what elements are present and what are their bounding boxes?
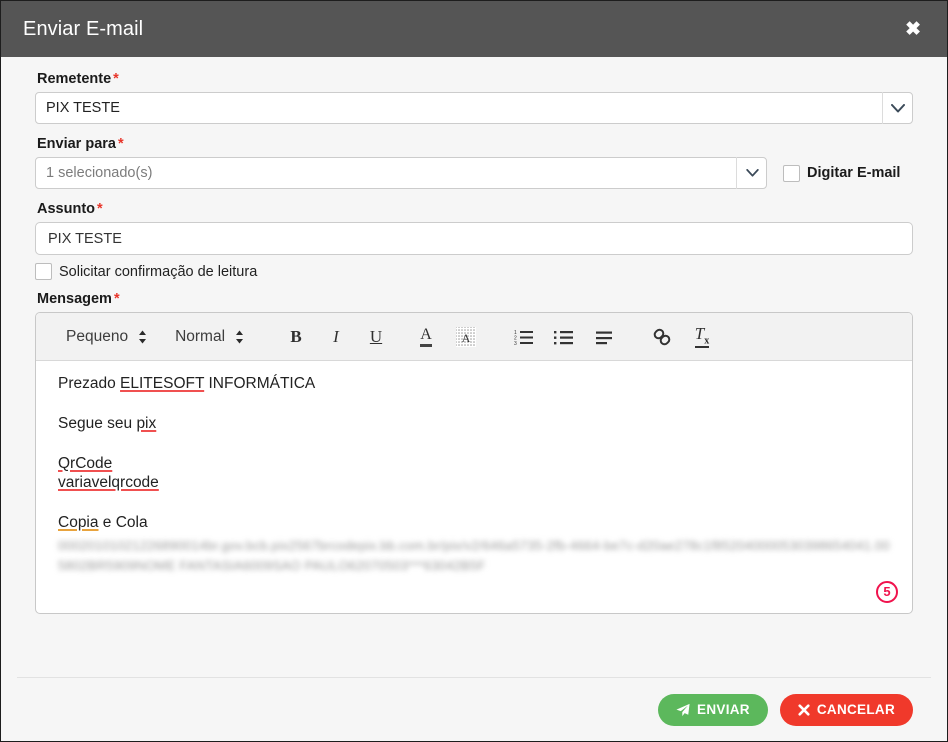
read-receipt-checkbox[interactable]	[35, 263, 52, 280]
sender-select-wrap: PIX TESTE	[35, 92, 913, 124]
font-size-value: Pequeno	[66, 327, 129, 345]
editor-line2-misspelled: pix	[136, 414, 157, 432]
chevron-down-icon[interactable]	[736, 157, 767, 189]
stepper-icon	[138, 330, 147, 344]
required-asterisk: *	[97, 201, 103, 217]
svg-text:A: A	[462, 331, 471, 345]
sender-label: Remetente *	[37, 71, 913, 87]
required-asterisk: *	[118, 136, 124, 152]
italic-button[interactable]: I	[316, 320, 356, 354]
editor-line2-prefix: Segue seu	[58, 414, 137, 432]
editor-line-2: Segue seu pix	[58, 415, 890, 433]
page-title: Enviar E-mail	[23, 17, 144, 40]
link-icon	[653, 328, 671, 345]
dialog-body: Remetente * PIX TESTE Enviar para * 1 sele…	[1, 57, 947, 678]
clear-format-icon: Tx	[694, 324, 710, 349]
ordered-list-icon: 1 2 3	[514, 330, 534, 345]
message-label-text: Mensagem	[37, 291, 112, 307]
cancel-button-label: CANCELAR	[816, 702, 895, 717]
subject-label: Assunto *	[37, 201, 913, 217]
close-x-icon	[798, 703, 810, 716]
editor-line5-suffix: e Cola	[98, 514, 148, 532]
bullet-list-icon	[554, 330, 574, 344]
editor-line5-misspelled: Copia	[58, 514, 99, 532]
message-label: Mensagem *	[37, 291, 913, 307]
type-email-label: Digitar E-mail	[807, 165, 901, 181]
ordered-list-button[interactable]: 1 2 3	[504, 320, 544, 354]
recipients-select-wrap: 1 selecionado(s)	[35, 157, 767, 189]
recipients-label: Enviar para *	[37, 136, 913, 152]
text-color-letter: A	[420, 326, 432, 347]
align-left-icon	[596, 331, 613, 344]
highlight-icon: A	[456, 326, 477, 347]
recipients-label-text: Enviar para	[37, 136, 116, 152]
editor-line1-misspelled: ELITESOFT	[120, 375, 205, 392]
subject-label-text: Assunto	[37, 201, 95, 217]
sender-label-text: Remetente	[37, 71, 112, 87]
sender-select[interactable]: PIX TESTE	[35, 92, 913, 124]
annotation-badge-5: 5	[876, 581, 898, 603]
send-email-dialog: Enviar E-mail ✖ Remetente * PIX TESTE Env…	[0, 0, 948, 742]
required-asterisk: *	[113, 71, 119, 87]
message-editor-area[interactable]: Prezado ELITESOFT INFORMÁTICA Segue seu …	[36, 361, 912, 613]
editor-line-1: Prezado ELITESOFT INFORMÁTICA	[58, 375, 890, 393]
text-color-button[interactable]: A	[406, 320, 446, 354]
subject-input[interactable]	[35, 222, 913, 255]
editor-line-3: QrCode	[58, 455, 890, 473]
rich-text-editor: Pequeno Normal B I U A A 1 2 3 Tx Prezad…	[35, 312, 913, 614]
chevron-down-icon[interactable]	[882, 92, 913, 124]
svg-text:3: 3	[514, 341, 517, 345]
paper-plane-icon	[676, 703, 690, 716]
send-button-label: ENVIAR	[697, 702, 750, 717]
editor-line1-suffix: INFORMÁTICA	[204, 375, 316, 392]
clear-format-button[interactable]: Tx	[682, 320, 722, 354]
editor-line3-text: QrCode	[58, 454, 113, 472]
dialog-header: Enviar E-mail ✖	[1, 1, 947, 57]
stepper-icon	[235, 330, 244, 344]
type-email-checkbox[interactable]	[783, 164, 800, 182]
dialog-footer: ENVIAR CANCELAR	[17, 677, 931, 741]
type-email-checkbox-row[interactable]: Digitar E-mail	[783, 164, 901, 182]
font-style-value: Normal	[175, 327, 226, 345]
recipients-row: 1 selecionado(s) Digitar E-mail	[35, 157, 913, 189]
pix-copy-paste-code: 00020101021226890014br.gov.bcb.pix2567br…	[58, 538, 890, 573]
editor-line1-prefix: Prezado	[58, 375, 121, 392]
close-icon[interactable]: ✖	[901, 18, 925, 41]
underline-button[interactable]: U	[356, 320, 396, 354]
highlight-color-button[interactable]: A	[446, 320, 486, 354]
recipients-select[interactable]: 1 selecionado(s)	[35, 157, 767, 189]
bullet-list-button[interactable]	[544, 320, 584, 354]
editor-line-4: variavelqrcode	[58, 474, 890, 492]
link-button[interactable]	[642, 320, 682, 354]
editor-line-5: Copia e Cola	[58, 514, 890, 532]
read-receipt-checkbox-row[interactable]: Solicitar confirmação de leitura	[35, 263, 257, 280]
align-button[interactable]	[584, 320, 624, 354]
required-asterisk: *	[113, 291, 120, 307]
font-size-select[interactable]: Pequeno	[52, 328, 161, 346]
font-style-select[interactable]: Normal	[161, 328, 258, 346]
editor-toolbar: Pequeno Normal B I U A A 1 2 3 Tx	[36, 313, 912, 361]
read-receipt-label: Solicitar confirmação de leitura	[59, 263, 258, 280]
editor-line4-text: variavelqrcode	[58, 474, 159, 492]
bold-button[interactable]: B	[276, 320, 316, 354]
cancel-button[interactable]: CANCELAR	[779, 693, 913, 726]
send-button[interactable]: ENVIAR	[658, 693, 768, 726]
